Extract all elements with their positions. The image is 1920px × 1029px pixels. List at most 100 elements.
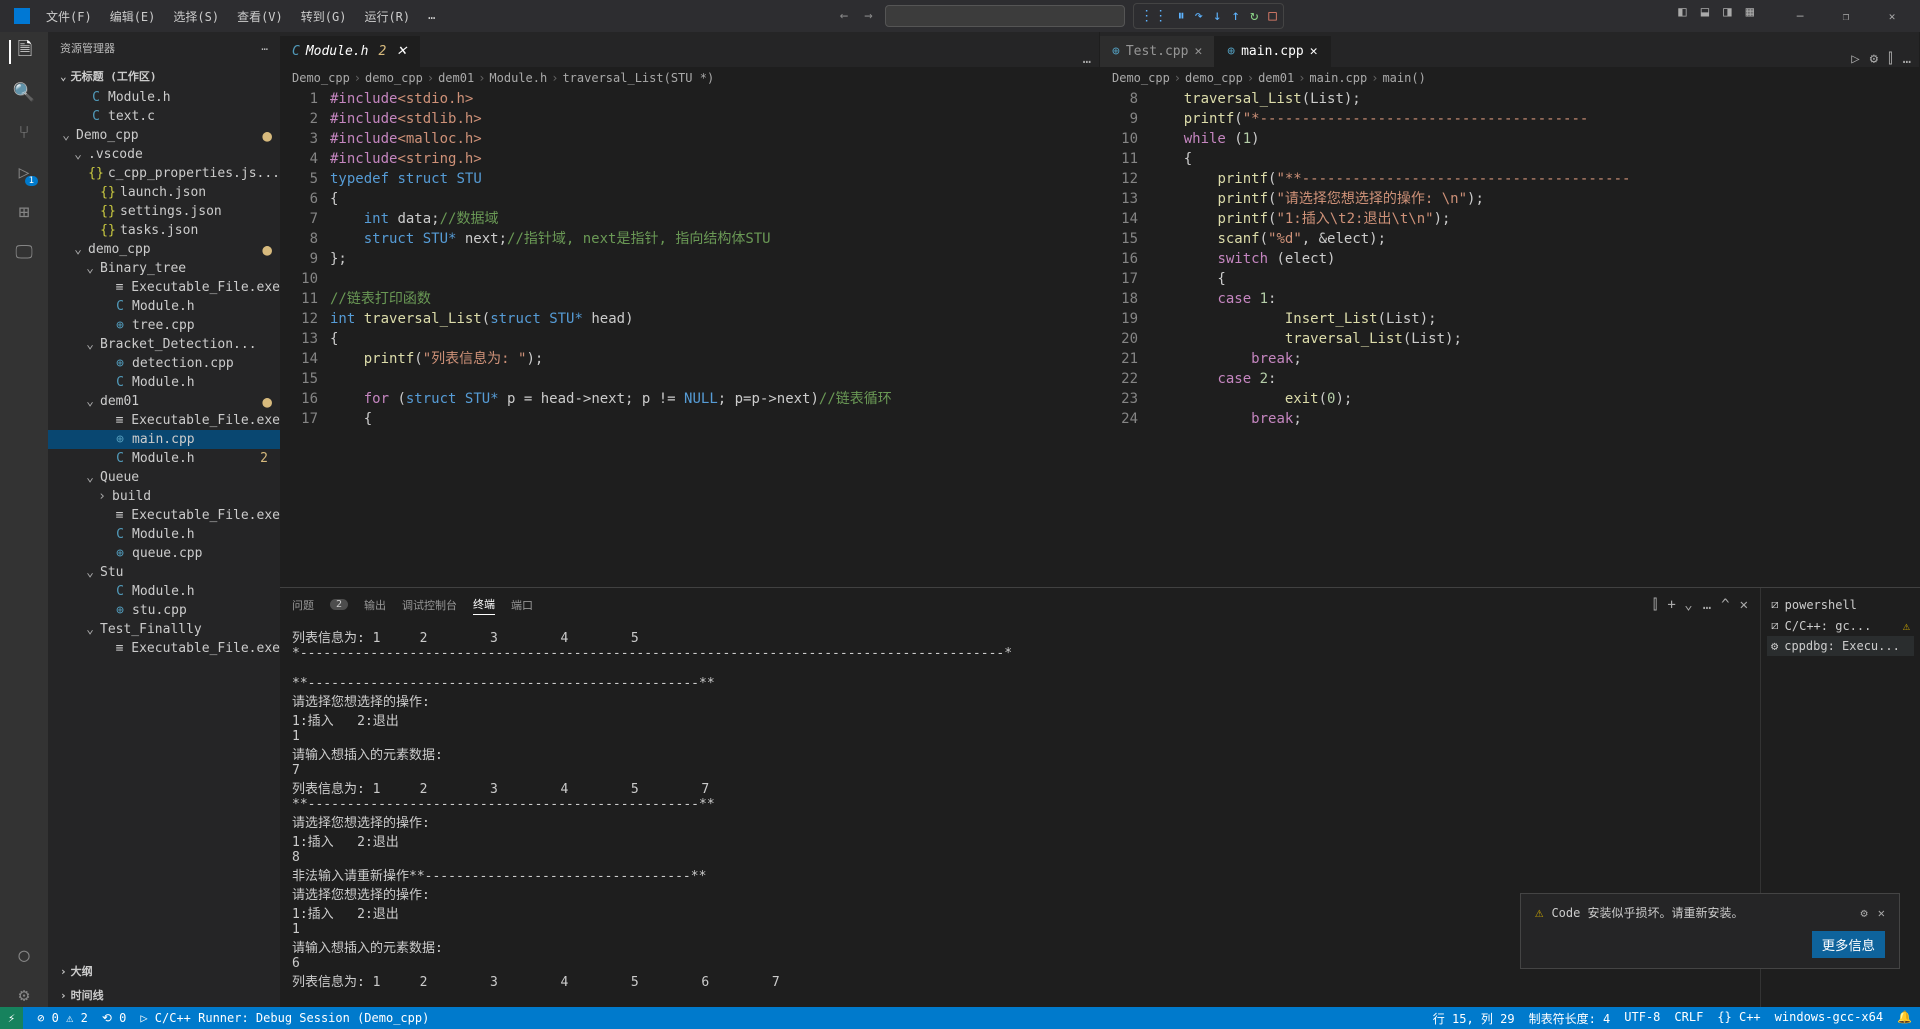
tree-item[interactable]: {}launch.json [48, 183, 280, 202]
tree-item[interactable]: ⌄Demo_cpp● [48, 126, 280, 145]
tab-close-icon[interactable]: ✕ [1194, 44, 1202, 59]
tree-item[interactable]: ≡Executable_File.exe [48, 278, 280, 297]
status-remote-icon[interactable]: ⚡ [0, 1007, 23, 1029]
status-ports[interactable]: ⟲ 0 [102, 1011, 127, 1025]
menu-file[interactable]: 文件(F) [38, 4, 100, 29]
status-indentation[interactable]: 制表符长度: 4 [1529, 1010, 1611, 1027]
menu-go[interactable]: 转到(G) [293, 4, 355, 29]
tree-item[interactable]: ›build [48, 487, 280, 506]
activity-scm-icon[interactable]: ⑂ [12, 120, 36, 144]
timeline-section[interactable]: 时间线 [71, 987, 104, 1003]
tree-item[interactable]: ⌄demo_cpp● [48, 240, 280, 259]
sidebar-more-icon[interactable]: … [261, 40, 268, 56]
tree-item[interactable]: {}tasks.json [48, 221, 280, 240]
debug-pause-icon[interactable]: ⏸ [1176, 6, 1187, 26]
activity-settings-icon[interactable]: ⚙ [12, 983, 36, 1007]
tree-item[interactable]: ⊕queue.cpp [48, 544, 280, 563]
editor-more-icon[interactable]: … [1903, 51, 1911, 67]
activity-explorer-icon[interactable]: 🗎 [9, 40, 37, 64]
tab[interactable]: ⊕Test.cpp✕ [1100, 36, 1215, 67]
status-eol[interactable]: CRLF [1674, 1010, 1703, 1027]
menu-select[interactable]: 选择(S) [165, 4, 227, 29]
tree-item[interactable]: ⌄Stu [48, 563, 280, 582]
tree-item[interactable]: CModule.h [48, 297, 280, 316]
tree-item[interactable]: ≡Executable_File.exe [48, 506, 280, 525]
tree-item[interactable]: ⊕main.cpp [48, 430, 280, 449]
status-notifications-icon[interactable]: 🔔 [1897, 1010, 1912, 1027]
activity-debug-icon[interactable]: ▷1 [12, 160, 36, 184]
breadcrumb[interactable]: Demo_cpp › demo_cpp › dem01 › main.cpp ›… [1100, 67, 1919, 89]
panel-tab-output[interactable]: 输出 [364, 595, 386, 615]
tab-close-icon[interactable]: ✕ [1310, 44, 1318, 59]
tree-item[interactable]: ≡Executable_File.exe [48, 411, 280, 430]
debug-stop-icon[interactable]: □ [1266, 6, 1278, 26]
layout-customize-icon[interactable]: ▦ [1744, 2, 1756, 31]
menu-edit[interactable]: 编辑(E) [102, 4, 164, 29]
window-minimize-icon[interactable]: ─ [1778, 2, 1822, 31]
minimap[interactable] [1839, 89, 1919, 587]
debug-stepinto-icon[interactable]: ↓ [1211, 6, 1223, 26]
tree-item[interactable]: ⌄.vscode [48, 145, 280, 164]
notification-settings-icon[interactable]: ⚙ [1861, 906, 1868, 920]
tree-item[interactable]: CModule.h [48, 582, 280, 601]
layout-panel-bottom-icon[interactable]: ⬓ [1699, 2, 1711, 31]
panel-tab-problems[interactable]: 问题 [292, 595, 314, 615]
layout-panel-left-icon[interactable]: ◧ [1676, 2, 1688, 31]
debug-grip-icon[interactable]: ⋮⋮ [1138, 6, 1170, 26]
panel-maximize-icon[interactable]: ^ [1721, 597, 1729, 613]
tree-item[interactable]: ⌄Test_Finallly [48, 620, 280, 639]
panel-close-icon[interactable]: ✕ [1740, 597, 1748, 613]
panel-tab-debug-console[interactable]: 调试控制台 [402, 595, 457, 615]
nav-back-icon[interactable]: ← [836, 6, 852, 26]
tree-item[interactable]: CModule.h [48, 525, 280, 544]
status-language[interactable]: {} C++ [1717, 1010, 1760, 1027]
menu-view[interactable]: 查看(V) [229, 4, 291, 29]
status-cursor-position[interactable]: 行 15, 列 29 [1433, 1010, 1515, 1027]
tree-item[interactable]: ⌄Bracket_Detection... [48, 335, 280, 354]
terminal-split-icon[interactable]: ⫿ [1653, 597, 1657, 613]
tree-item[interactable]: ⌄Binary_tree [48, 259, 280, 278]
terminal-list-item[interactable]: ⧄C/C++: gc...⚠ [1767, 615, 1914, 636]
window-close-icon[interactable]: ✕ [1870, 2, 1914, 31]
activity-account-icon[interactable]: ◯ [12, 943, 36, 967]
tab-module-h[interactable]: C Module.h 2 ✕ [280, 36, 420, 67]
split-editor-icon[interactable]: ⫿ [1888, 51, 1892, 67]
breadcrumb[interactable]: Demo_cpp › demo_cpp › dem01 › Module.h ›… [280, 67, 1099, 89]
terminal-new-icon[interactable]: + ⌄ [1667, 597, 1692, 613]
notification-close-icon[interactable]: ✕ [1878, 906, 1885, 920]
editor-settings-icon[interactable]: ⚙ [1870, 51, 1878, 67]
terminal-list-item[interactable]: ⧄powershell [1767, 594, 1914, 615]
status-compiler-kit[interactable]: windows-gcc-x64 [1775, 1010, 1883, 1027]
workspace-root[interactable]: 无标题 (工作区) [71, 68, 157, 84]
activity-search-icon[interactable]: 🔍 [12, 80, 36, 104]
editor-more-icon[interactable]: … [1083, 51, 1091, 67]
debug-restart-icon[interactable]: ↻ [1248, 6, 1260, 26]
tree-item[interactable]: ⌄Queue [48, 468, 280, 487]
panel-tab-terminal[interactable]: 终端 [473, 594, 495, 615]
tree-item[interactable]: ⊕detection.cpp [48, 354, 280, 373]
status-debug-session[interactable]: ▷ C/C++ Runner: Debug Session (Demo_cpp) [140, 1011, 429, 1025]
debug-stepout-icon[interactable]: ↑ [1230, 6, 1242, 26]
panel-tab-ports[interactable]: 端口 [511, 595, 533, 615]
nav-forward-icon[interactable]: → [860, 6, 876, 26]
run-icon[interactable]: ▷ [1851, 51, 1859, 67]
tab-close-icon[interactable]: ✕ [396, 44, 407, 59]
status-encoding[interactable]: UTF-8 [1624, 1010, 1660, 1027]
menu-more[interactable]: … [420, 4, 443, 29]
window-maximize-icon[interactable]: ❐ [1824, 2, 1868, 31]
outline-section[interactable]: 大纲 [71, 963, 93, 979]
tree-item[interactable]: ⊕stu.cpp [48, 601, 280, 620]
terminal-list-item[interactable]: ⚙cppdbg: Execu... [1767, 636, 1914, 656]
tree-item[interactable]: CModule.h [48, 88, 280, 107]
debug-stepover-icon[interactable]: ↷ [1193, 6, 1205, 26]
activity-extensions-icon[interactable]: ⊞ [12, 200, 36, 224]
code-content[interactable]: #include<stdio.h>#include<stdlib.h>#incl… [330, 89, 1019, 587]
tree-item[interactable]: {}settings.json [48, 202, 280, 221]
tab[interactable]: ⊕main.cpp✕ [1215, 36, 1330, 67]
panel-more-icon[interactable]: … [1703, 597, 1711, 613]
tree-item[interactable]: ⊕tree.cpp [48, 316, 280, 335]
layout-panel-right-icon[interactable]: ◨ [1721, 2, 1733, 31]
tree-item[interactable]: ≡Executable_File.exe [48, 639, 280, 658]
notification-more-info-button[interactable]: 更多信息 [1812, 931, 1885, 958]
command-center-search[interactable] [885, 5, 1125, 27]
